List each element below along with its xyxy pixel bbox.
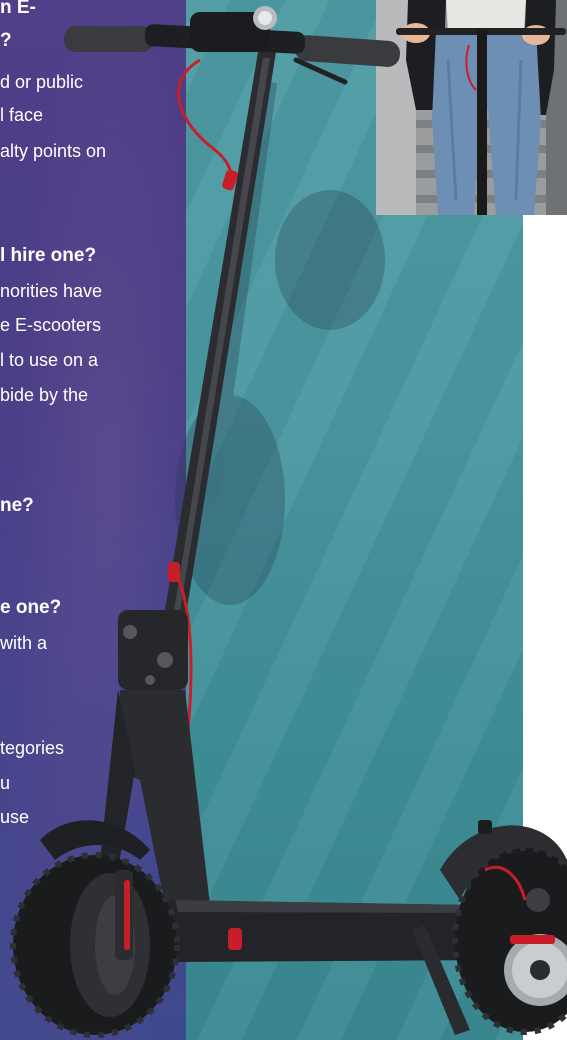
background-scooters [175,80,385,605]
scooter-illustration [10,6,567,1038]
front-fender [40,820,150,860]
scooter-handlebar [64,6,400,85]
folding-joint [118,610,188,690]
brake-cable [177,58,233,188]
page: n E- ? d or public l face alty points on… [0,0,567,1040]
front-wheel [10,852,180,1038]
scooter-deck [160,900,500,1035]
